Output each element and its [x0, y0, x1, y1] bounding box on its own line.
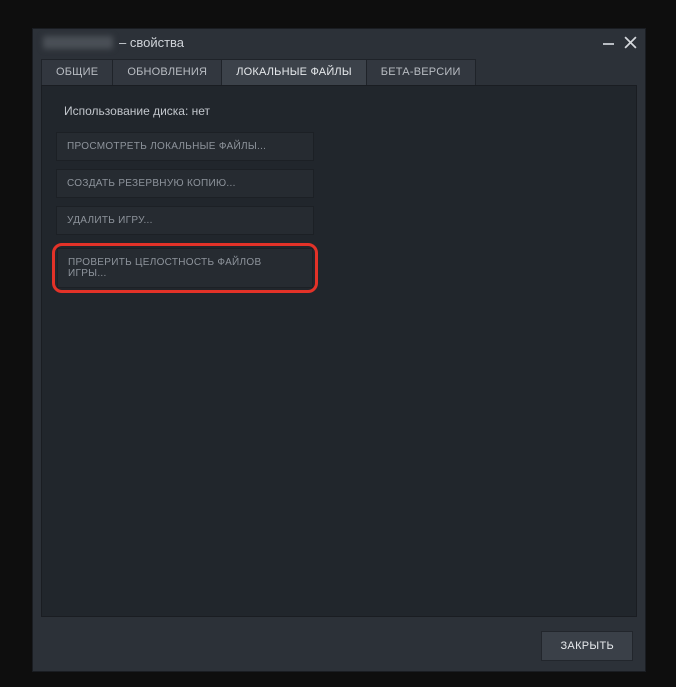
- titlebar: – свойства: [33, 29, 645, 55]
- tab-betas[interactable]: БЕТА-ВЕРСИИ: [366, 59, 476, 85]
- delete-game-button[interactable]: УДАЛИТЬ ИГРУ...: [56, 206, 314, 235]
- tab-updates[interactable]: ОБНОВЛЕНИЯ: [112, 59, 222, 85]
- backup-game-button[interactable]: СОЗДАТЬ РЕЗЕРВНУЮ КОПИЮ...: [56, 169, 314, 198]
- close-button[interactable]: ЗАКРЫТЬ: [541, 631, 633, 661]
- tab-bar: ОБЩИЕ ОБНОВЛЕНИЯ ЛОКАЛЬНЫЕ ФАЙЛЫ БЕТА-ВЕ…: [33, 55, 645, 85]
- minimize-icon[interactable]: [603, 43, 614, 45]
- titlebar-controls: [603, 36, 637, 49]
- properties-window: – свойства ОБЩИЕ ОБНОВЛЕНИЯ ЛОКАЛЬНЫЕ ФА…: [32, 28, 646, 672]
- disk-usage-label: Использование диска: нет: [56, 104, 622, 132]
- tab-local-files[interactable]: ЛОКАЛЬНЫЕ ФАЙЛЫ: [221, 59, 367, 85]
- game-name-blurred: [43, 36, 113, 49]
- verify-highlight: ПРОВЕРИТЬ ЦЕЛОСТНОСТЬ ФАЙЛОВ ИГРЫ...: [52, 243, 318, 293]
- tab-general[interactable]: ОБЩИЕ: [41, 59, 113, 85]
- close-icon[interactable]: [624, 36, 637, 49]
- local-files-panel: Использование диска: нет ПРОСМОТРЕТЬ ЛОК…: [41, 85, 637, 617]
- verify-integrity-button[interactable]: ПРОВЕРИТЬ ЦЕЛОСТНОСТЬ ФАЙЛОВ ИГРЫ...: [57, 248, 313, 288]
- footer: ЗАКРЫТЬ: [33, 625, 645, 671]
- window-title-suffix: – свойства: [119, 35, 184, 50]
- browse-local-files-button[interactable]: ПРОСМОТРЕТЬ ЛОКАЛЬНЫЕ ФАЙЛЫ...: [56, 132, 314, 161]
